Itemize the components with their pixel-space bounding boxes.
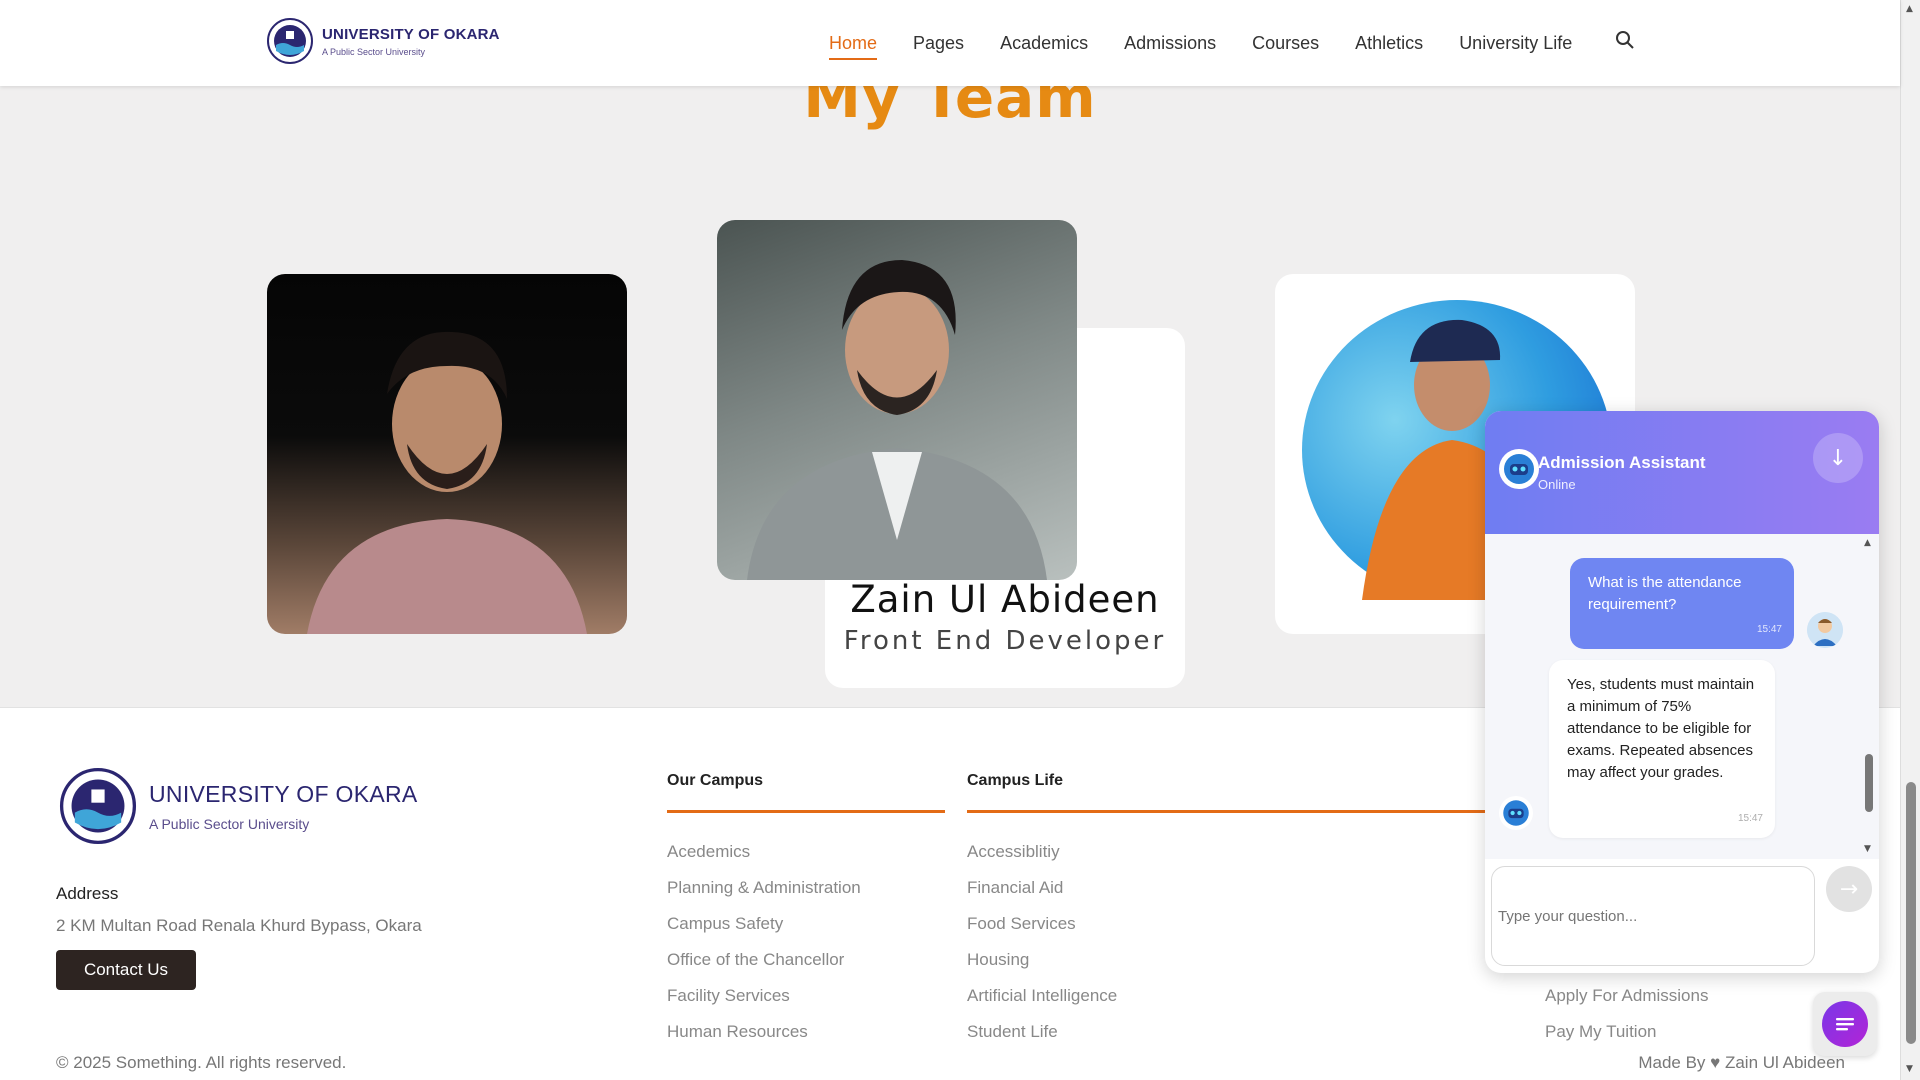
footer-link[interactable]: Campus Safety xyxy=(667,914,861,950)
made-by-text: Made By ♥ Zain Ul Abideen xyxy=(1638,1053,1845,1072)
member-role: Front End Developer xyxy=(843,626,1167,656)
nav-pages[interactable]: Pages xyxy=(913,33,964,54)
footer-link[interactable]: Housing xyxy=(967,950,1117,986)
nav-athletics[interactable]: Athletics xyxy=(1355,33,1423,54)
footer-link-list: Accessiblitiy Financial Aid Food Service… xyxy=(967,842,1117,1058)
footer-link[interactable]: Financial Aid xyxy=(967,878,1117,914)
site-logo[interactable]: UNIVERSITY OF OKARA A Public Sector Univ… xyxy=(264,17,500,65)
chat-status: Online xyxy=(1538,477,1576,492)
message-time: 15:47 xyxy=(1756,624,1782,635)
footer-link[interactable]: Human Resources xyxy=(667,1022,861,1058)
user-avatar-icon xyxy=(1807,612,1843,648)
team-member-photo xyxy=(267,274,627,634)
address-label: Address xyxy=(56,884,119,903)
footer-logo-title: UNIVERSITY OF OKARA xyxy=(149,780,418,807)
nav-home[interactable]: Home xyxy=(829,33,878,60)
chat-scrollbar-thumb[interactable] xyxy=(1865,754,1873,812)
scrollbar-thumb[interactable] xyxy=(1906,782,1916,1044)
university-seal-icon xyxy=(59,767,137,845)
footer-column-divider xyxy=(667,810,945,813)
footer-column-heading: Campus Life xyxy=(967,772,1064,789)
message-text: Yes, students must maintain a minimum of… xyxy=(1567,676,1755,781)
footer-link[interactable]: Planning & Administration xyxy=(667,878,861,914)
site-header: UNIVERSITY OF OKARA A Public Sector Univ… xyxy=(0,0,1900,86)
person-portrait-icon xyxy=(307,331,587,634)
scroll-down-arrow-icon[interactable]: ▼ xyxy=(1906,1064,1913,1074)
footer-column-heading: Our Campus xyxy=(667,772,764,789)
footer-link[interactable]: Student Life xyxy=(967,1022,1117,1058)
user-message: What is the attendance requirement? 15:4… xyxy=(1570,558,1794,649)
page-scrollbar[interactable]: ▲ ▼ xyxy=(1900,0,1920,1080)
address-text: 2 KM Multan Road Renala Khurd Bypass, Ok… xyxy=(56,916,422,935)
footer-link[interactable]: Apply For Admissions xyxy=(1545,986,1708,1022)
footer-link[interactable]: Acedemics xyxy=(667,842,861,878)
footer-logo[interactable]: UNIVERSITY OF OKARA A Public Sector Univ… xyxy=(55,766,418,846)
scroll-up-arrow-icon[interactable]: ▲ xyxy=(1906,4,1913,14)
nav-admissions[interactable]: Admissions xyxy=(1124,33,1216,54)
main-nav: Home Pages Academics Admissions Courses … xyxy=(829,0,1608,86)
copyright-text: © 2025 Something. All rights reserved. xyxy=(56,1053,347,1072)
send-button[interactable]: → xyxy=(1826,866,1872,912)
university-seal-icon xyxy=(267,18,313,64)
bot-message: Yes, students must maintain a minimum of… xyxy=(1549,660,1775,838)
robot-icon xyxy=(1499,449,1539,489)
nav-academics[interactable]: Academics xyxy=(1000,33,1088,54)
robot-icon xyxy=(1499,796,1533,830)
logo-subtitle: A Public Sector University xyxy=(322,46,426,57)
footer-column-divider xyxy=(967,810,1487,813)
scroll-down-arrow-icon[interactable]: ▼ xyxy=(1864,844,1871,854)
message-time: 15:47 xyxy=(1737,813,1763,824)
footer-link-list: Apply For Admissions Pay My Tuition xyxy=(1545,986,1708,1058)
chat-question-input[interactable] xyxy=(1491,866,1815,966)
footer-link[interactable]: Office of the Chancellor xyxy=(667,950,861,986)
nav-courses[interactable]: Courses xyxy=(1252,33,1319,54)
chat-toggle-button[interactable] xyxy=(1813,992,1877,1056)
chat-bubble-icon xyxy=(1822,1001,1868,1047)
person-portrait-icon xyxy=(747,260,1047,580)
message-text: What is the attendance requirement? xyxy=(1588,574,1742,613)
member-name: Zain Ul Abideen xyxy=(850,578,1160,621)
footer-link[interactable]: Artificial Intelligence xyxy=(967,986,1117,1022)
logo-title: UNIVERSITY OF OKARA xyxy=(322,25,500,43)
footer-link-list: Acedemics Planning & Administration Camp… xyxy=(667,842,861,1058)
chat-messages[interactable]: What is the attendance requirement? 15:4… xyxy=(1485,534,1879,859)
footer-link[interactable]: Facility Services xyxy=(667,986,861,1022)
footer-link[interactable]: Accessiblitiy xyxy=(967,842,1117,878)
nav-university-life[interactable]: University Life xyxy=(1459,33,1572,54)
chat-header: Admission Assistant Online ↓ xyxy=(1485,411,1879,534)
footer-logo-subtitle: A Public Sector University xyxy=(149,815,310,832)
chat-scrollbar[interactable]: ▲ ▼ xyxy=(1863,534,1875,859)
team-member-photo-featured xyxy=(717,220,1077,580)
search-icon[interactable] xyxy=(1615,30,1635,50)
footer-link[interactable]: Food Services xyxy=(967,914,1117,950)
scroll-up-arrow-icon[interactable]: ▲ xyxy=(1864,538,1871,548)
chat-title: Admission Assistant xyxy=(1538,453,1706,472)
contact-us-button[interactable]: Contact Us xyxy=(56,950,196,990)
minimize-chat-button[interactable]: ↓ xyxy=(1813,433,1863,483)
chat-widget: Admission Assistant Online ↓ What is the… xyxy=(1485,411,1879,973)
